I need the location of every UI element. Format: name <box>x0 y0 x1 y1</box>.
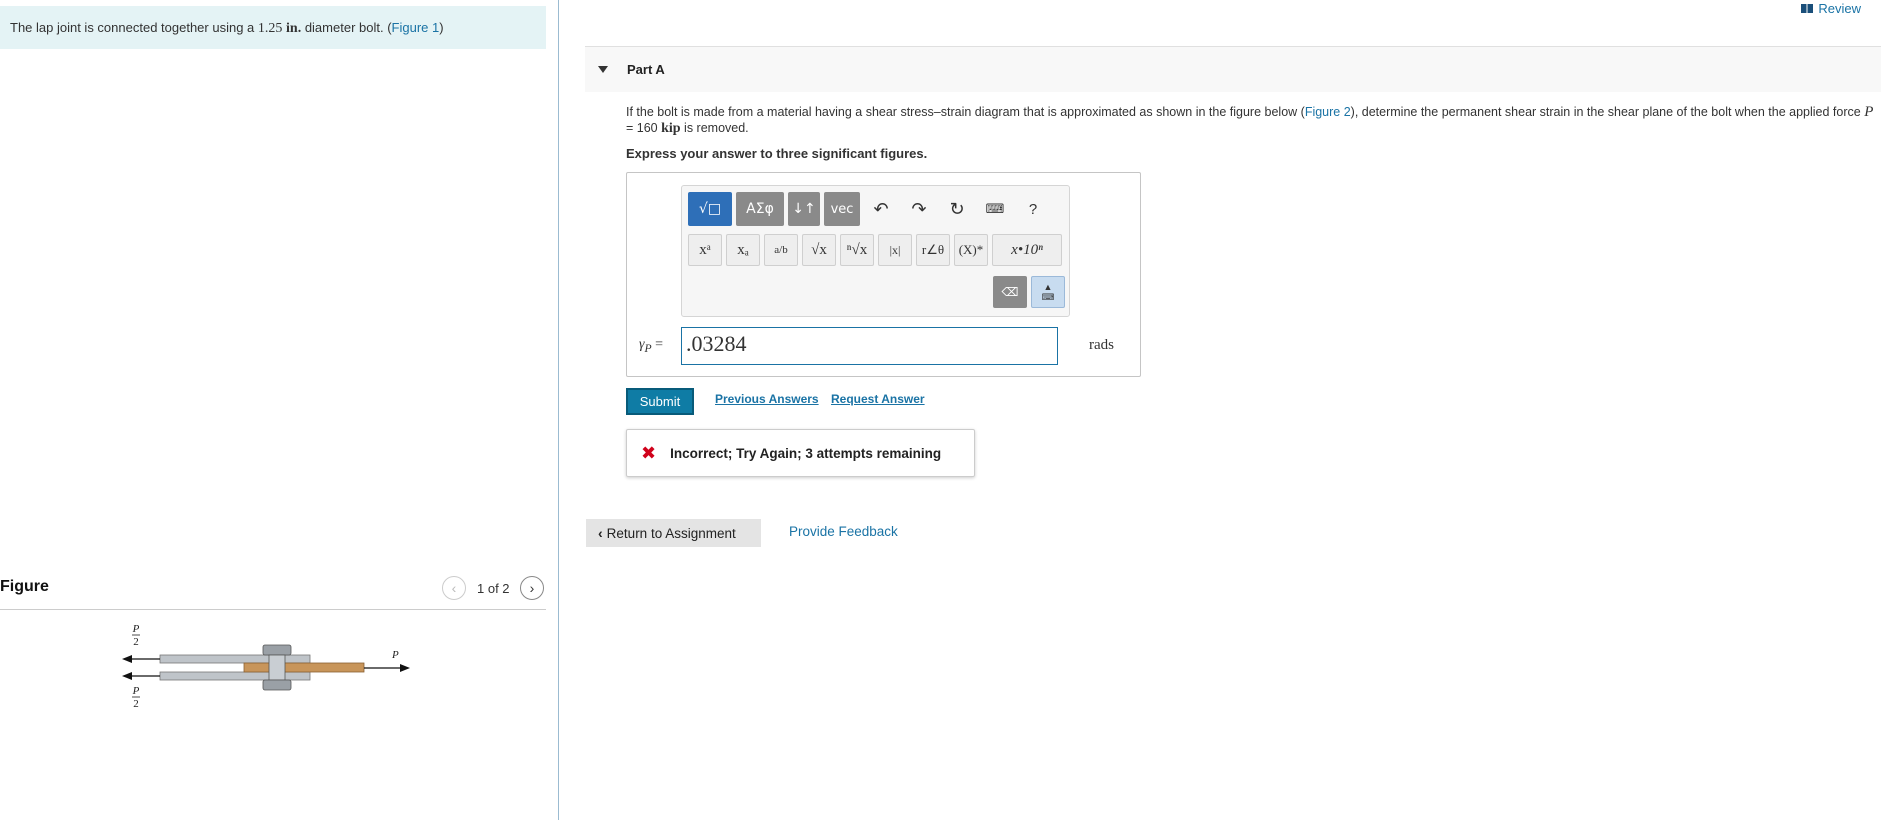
answer-input[interactable]: .03284 <box>681 327 1058 365</box>
problem-text-before: The lap joint is connected together usin… <box>10 20 258 35</box>
return-label: Return to Assignment <box>606 525 736 541</box>
toolbar-row-1: √□ ΑΣφ ↓↑ vec ↶ ↷ ↻ ⌨ ? <box>688 192 1050 226</box>
figure-counter: 1 of 2 <box>477 581 510 596</box>
problem-unit: in. <box>286 21 302 36</box>
problem-value: 1.25 <box>257 21 283 36</box>
caret-down-icon <box>598 66 608 73</box>
chevron-left-icon: ‹ <box>451 580 457 596</box>
polar-button[interactable]: r∠θ <box>916 234 950 266</box>
arrows-button[interactable]: ↓↑ <box>788 192 820 226</box>
x-icon: ✖ <box>641 442 657 463</box>
force-equals: = 160 <box>626 121 662 135</box>
help-button[interactable]: ? <box>1016 192 1050 226</box>
provide-feedback-link[interactable]: Provide Feedback <box>789 524 898 539</box>
problem-statement: The lap joint is connected together usin… <box>0 6 546 49</box>
figure-next-button[interactable]: › <box>520 576 544 600</box>
answer-box: √□ ΑΣφ ↓↑ vec ↶ ↷ ↻ ⌨ ? xᵃ xₐ a/b √x ⁿ√x… <box>626 172 1141 377</box>
fraction-button[interactable]: a/b <box>764 234 798 266</box>
problem-text-after: diameter bolt. ( <box>301 20 392 35</box>
subscript-button[interactable]: xₐ <box>726 234 760 266</box>
scientific-notation-button[interactable]: x•10ⁿ <box>992 234 1062 266</box>
question-part-1: If the bolt is made from a material havi… <box>626 105 1305 119</box>
sqrt-button[interactable]: √x <box>802 234 836 266</box>
label-p-right: P <box>391 649 399 661</box>
redo-icon[interactable]: ↷ <box>902 192 936 226</box>
feedback-text: Incorrect; Try Again; 3 attempts remaini… <box>670 445 942 461</box>
question-text: If the bolt is made from a material havi… <box>626 104 1876 137</box>
reset-icon[interactable]: ↻ <box>940 192 974 226</box>
keyboard-icon[interactable]: ⌨ <box>978 192 1012 226</box>
part-title: Part A <box>627 62 665 77</box>
chevron-left-icon: ‹ <box>598 525 603 541</box>
return-to-assignment-button[interactable]: ‹ Return to Assignment <box>586 519 761 547</box>
keyboard-toggle-icon[interactable]: ▲ ⌨ <box>1031 276 1065 308</box>
label-p-half-top-den: 2 <box>133 636 139 648</box>
review-label: Review <box>1818 1 1861 16</box>
answer-pane: Review Part A If the bolt is made from a… <box>560 0 1881 820</box>
figure-header: Figure ‹ 1 of 2 › <box>0 576 546 610</box>
toolbar-row-3: ⌫ ▲ ⌨ <box>993 276 1065 308</box>
label-p-half-bottom: P <box>132 685 140 697</box>
abs-button[interactable]: |x| <box>878 234 912 266</box>
answer-label-eq: = <box>651 337 664 352</box>
answer-unit: rads <box>1089 337 1114 353</box>
question-part-2: ), determine the permanent shear strain … <box>1350 105 1865 119</box>
figure-1-link[interactable]: Figure 1 <box>392 20 440 35</box>
label-p-half-bottom-den: 2 <box>133 698 139 710</box>
undo-icon[interactable]: ↶ <box>864 192 898 226</box>
superscript-button[interactable]: xᵃ <box>688 234 722 266</box>
review-link[interactable]: Review <box>1801 1 1861 16</box>
conjugate-button[interactable]: (X)* <box>954 234 988 266</box>
request-answer-link[interactable]: Request Answer <box>831 392 925 406</box>
lap-joint-figure: P 2 P 2 P <box>122 623 410 710</box>
math-toolbar: √□ ΑΣφ ↓↑ vec ↶ ↷ ↻ ⌨ ? xᵃ xₐ a/b √x ⁿ√x… <box>681 185 1070 317</box>
previous-answers-link[interactable]: Previous Answers <box>715 392 819 406</box>
force-variable: P <box>1864 104 1874 120</box>
vec-button[interactable]: vec <box>824 192 860 226</box>
figure-2-link[interactable]: Figure 2 <box>1305 105 1351 119</box>
part-a-header[interactable]: Part A <box>585 46 1881 92</box>
feedback-message: ✖ Incorrect; Try Again; 3 attempts remai… <box>626 429 975 477</box>
book-icon <box>1801 4 1814 13</box>
figure-prev-button[interactable]: ‹ <box>442 576 466 600</box>
toolbar-row-2: xᵃ xₐ a/b √x ⁿ√x |x| r∠θ (X)* x•10ⁿ <box>688 234 1062 266</box>
answer-label-sub: P <box>644 341 652 355</box>
problem-pane: The lap joint is connected together usin… <box>0 0 559 820</box>
instruction: Express your answer to three significant… <box>626 146 928 161</box>
force-unit: kip <box>661 121 681 136</box>
submit-button[interactable]: Submit <box>626 388 694 415</box>
label-p-half-top: P <box>132 623 140 635</box>
question-part-3: is removed. <box>680 121 749 135</box>
nth-root-button[interactable]: ⁿ√x <box>840 234 874 266</box>
problem-text-close: ) <box>439 20 444 35</box>
answer-label: γP = <box>639 337 663 355</box>
backspace-icon[interactable]: ⌫ <box>993 276 1027 308</box>
templates-button[interactable]: √□ <box>688 192 732 226</box>
chevron-right-icon: › <box>529 580 535 596</box>
figure-title: Figure <box>0 578 49 595</box>
greek-button[interactable]: ΑΣφ <box>736 192 784 226</box>
